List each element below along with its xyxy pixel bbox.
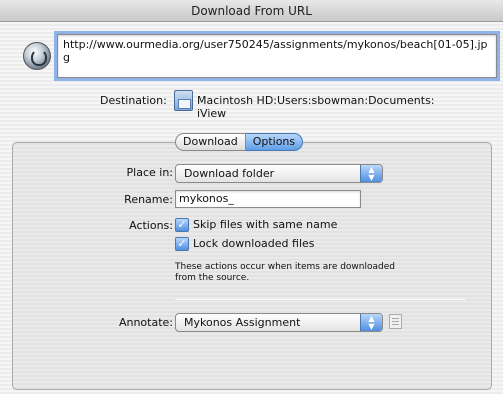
actions-note: These actions occur when items are downl…	[175, 262, 395, 283]
options-panel: Place in: Download folder ▲ ▼ Rename: myk…	[12, 142, 492, 390]
annotate-label: Annotate:	[118, 316, 173, 329]
updown-arrows-icon: ▲ ▼	[360, 165, 382, 182]
place-in-popup[interactable]: Download folder ▲ ▼	[175, 164, 383, 183]
checkmark-icon: ✓	[175, 218, 189, 232]
globe-icon	[23, 42, 51, 70]
tab-download[interactable]: Download	[175, 133, 246, 151]
folder-icon[interactable]	[174, 90, 193, 111]
actions-label: Actions:	[129, 219, 173, 232]
url-field[interactable]: http://www.ourmedia.org/user750245/assig…	[57, 34, 497, 78]
separator	[175, 299, 466, 300]
rename-field[interactable]: mykonos_	[175, 190, 361, 208]
annotate-popup[interactable]: Mykonos Assignment ▲ ▼	[175, 313, 383, 332]
skip-files-label: Skip files with same name	[193, 218, 338, 231]
destination-label: Destination:	[100, 94, 167, 107]
rename-label: Rename:	[124, 193, 173, 206]
checkmark-icon: ✓	[175, 237, 189, 251]
destination-path[interactable]: Macintosh HD:Users:sbowman:Documents: iV…	[197, 94, 467, 120]
place-in-label: Place in:	[126, 166, 173, 179]
note-icon[interactable]	[389, 314, 402, 329]
window-title: Download From URL	[0, 0, 503, 22]
skip-files-checkbox[interactable]: ✓ Skip files with same name	[175, 218, 337, 232]
lock-files-checkbox[interactable]: ✓ Lock downloaded files	[175, 237, 315, 251]
lock-files-label: Lock downloaded files	[193, 237, 315, 250]
updown-arrows-icon: ▲ ▼	[360, 314, 382, 331]
tab-options[interactable]: Options	[245, 133, 304, 151]
tab-bar: Download Options	[175, 133, 304, 151]
annotate-value: Mykonos Assignment	[184, 316, 301, 329]
place-in-value: Download folder	[184, 167, 275, 180]
